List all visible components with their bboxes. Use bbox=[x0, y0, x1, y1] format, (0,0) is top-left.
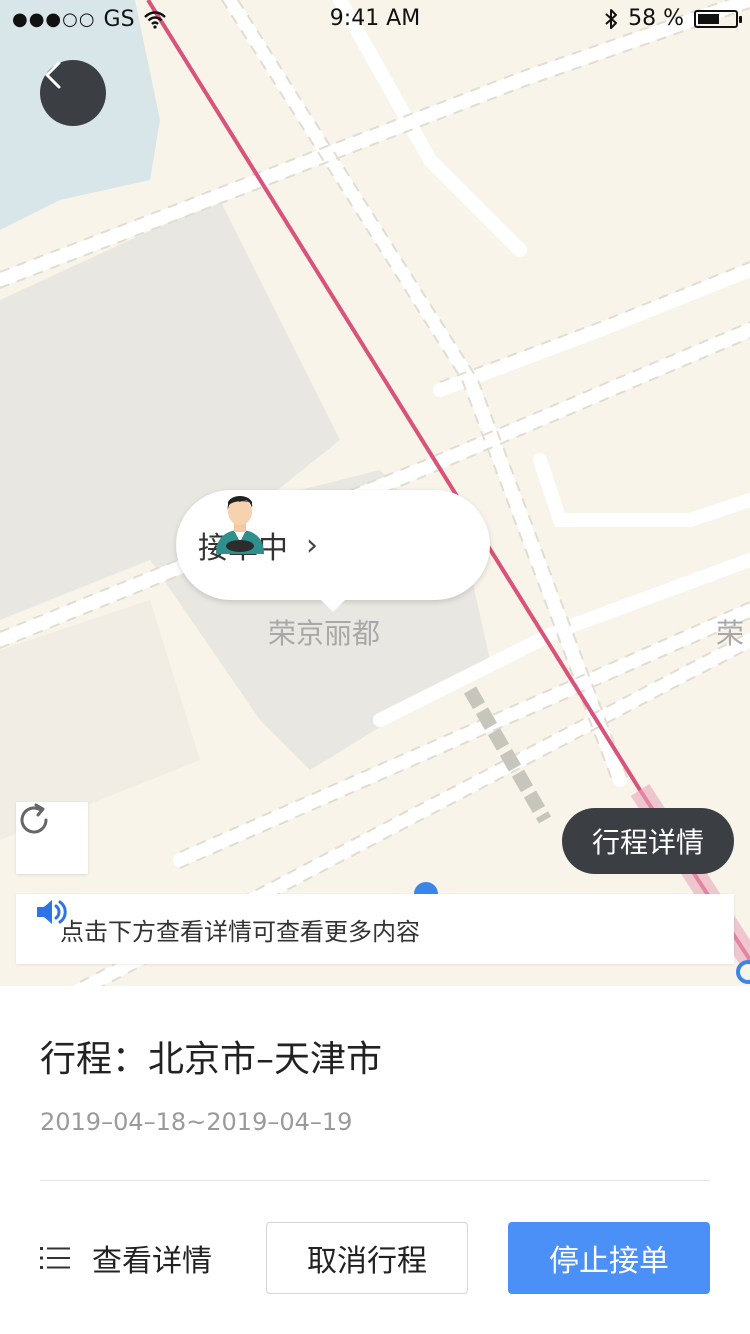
battery-percent: 58 % bbox=[628, 6, 684, 31]
driver-avatar-icon bbox=[216, 496, 264, 554]
back-icon bbox=[45, 61, 61, 89]
trip-detail-button[interactable]: 行程详情 bbox=[562, 808, 734, 874]
view-detail-label: 查看详情 bbox=[92, 1244, 212, 1279]
cancel-trip-button[interactable]: 取消行程 bbox=[266, 1222, 468, 1294]
divider bbox=[40, 1180, 710, 1181]
chevron-right-icon: › bbox=[306, 527, 318, 563]
back-button[interactable] bbox=[40, 60, 106, 126]
bluetooth-icon bbox=[605, 8, 618, 29]
list-icon bbox=[40, 1247, 70, 1269]
view-detail-link[interactable]: 查看详情 bbox=[40, 1236, 212, 1280]
speaker-icon bbox=[37, 900, 67, 924]
notice-text: 点击下方查看详情可查看更多内容 bbox=[60, 917, 420, 946]
refresh-icon bbox=[20, 803, 48, 834]
poi-label: 荣京丽都 bbox=[268, 617, 381, 650]
map-view[interactable]: 荣京丽都 荣 接单中 › 行程详情 点击下方查看详情可 bbox=[0, 0, 750, 990]
date-range: 2019–04–18~2019–04–19 bbox=[40, 1108, 353, 1136]
road-label: 荣 bbox=[716, 617, 745, 650]
battery-icon bbox=[694, 9, 742, 28]
order-status-bubble[interactable]: 接单中 › bbox=[176, 490, 490, 612]
notice-bar: 点击下方查看详情可查看更多内容 bbox=[16, 894, 734, 964]
route-title: 行程：北京市–天津市 bbox=[40, 1039, 383, 1080]
status-bar: ●●●○○ GS 9:41 AM 58 % bbox=[0, 0, 750, 40]
stop-accepting-button[interactable]: 停止接单 bbox=[508, 1222, 710, 1294]
refresh-button[interactable] bbox=[16, 802, 88, 874]
